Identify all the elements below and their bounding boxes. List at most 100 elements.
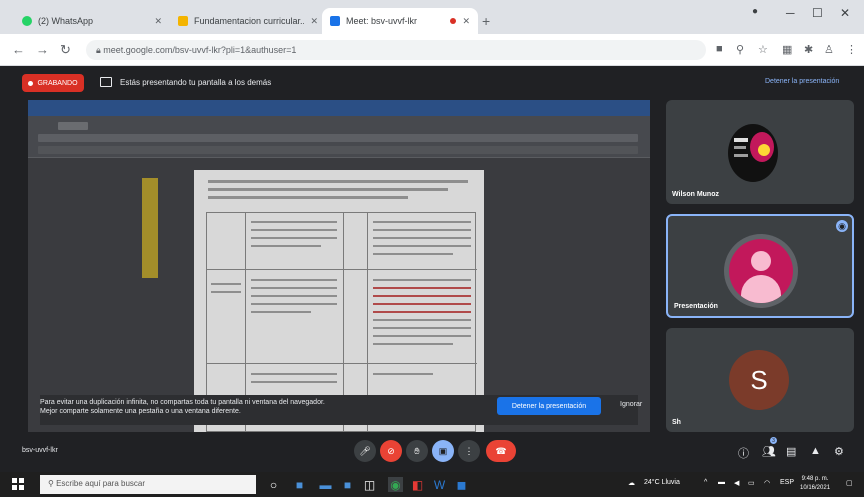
participant-avatar bbox=[724, 234, 798, 308]
record-icon bbox=[28, 80, 34, 86]
warning-text: Para evitar una duplicación infinita, no… bbox=[40, 399, 325, 415]
people-icon[interactable]: 👥︎ bbox=[762, 445, 776, 458]
presenting-text: Estás presentando tu pantalla a los demá… bbox=[120, 77, 272, 87]
taskbar-app-icon[interactable]: ■ bbox=[292, 477, 307, 492]
participant-tile[interactable]: Wilson Munoz bbox=[666, 100, 854, 204]
search-icon: ⚲ bbox=[48, 479, 57, 488]
ribbon-toolbar bbox=[38, 146, 638, 154]
tab-fundamentacion[interactable]: Fundamentacion curricular... ✕ bbox=[170, 8, 326, 34]
recording-badge[interactable]: GRABANDO bbox=[22, 74, 84, 92]
present-icon[interactable]: ▣ bbox=[432, 440, 454, 462]
ribbon-toolbar bbox=[38, 134, 638, 142]
meet-icon bbox=[330, 16, 340, 26]
url-input[interactable]: 🔒︎ meet.google.com/bsv-uvvf-lkr?pli=1&au… bbox=[86, 40, 706, 60]
taskbar-clock[interactable]: 9:48 p. m. 10/16/2021 bbox=[800, 475, 830, 493]
word-title-bar bbox=[28, 100, 650, 116]
participant-photo bbox=[728, 124, 778, 182]
meeting-code: bsv-uvvf-lkr bbox=[22, 447, 58, 454]
weather-icon[interactable]: ☁︎ bbox=[628, 479, 635, 487]
user-icon[interactable]: ♙ bbox=[824, 43, 834, 56]
volume-icon[interactable]: ◀︎ bbox=[734, 479, 739, 487]
mail-icon[interactable]: ■ bbox=[340, 477, 355, 492]
forward-icon[interactable]: → bbox=[36, 42, 49, 57]
profile-icon[interactable]: ● bbox=[752, 6, 758, 17]
participant-name: Wilson Munoz bbox=[672, 191, 719, 198]
participant-tile-presentation[interactable]: ◉ Presentación bbox=[666, 214, 854, 318]
ignore-button[interactable]: Ignorar bbox=[620, 401, 642, 408]
network-icon[interactable]: ▬ bbox=[718, 479, 725, 486]
info-icon[interactable]: ⓘ bbox=[738, 445, 749, 461]
tab-label: (2) WhatsApp bbox=[38, 16, 94, 26]
extension-icon[interactable]: ▦ bbox=[782, 43, 792, 56]
highlight-marker bbox=[142, 178, 158, 278]
back-icon[interactable]: ← bbox=[12, 42, 25, 57]
participant-name: Presentación bbox=[674, 303, 718, 310]
notifications-icon[interactable]: ▢ bbox=[846, 479, 853, 487]
chrome-icon[interactable]: ◉ bbox=[388, 477, 403, 492]
hangup-icon[interactable]: ☎︎ bbox=[486, 440, 516, 462]
participants-badge: 3 bbox=[770, 437, 777, 444]
tab-label: Fundamentacion curricular... bbox=[194, 16, 305, 26]
chat-icon[interactable]: ▤ bbox=[786, 445, 796, 458]
doc-text-line bbox=[208, 188, 448, 191]
star-icon[interactable]: ☆ bbox=[758, 43, 768, 56]
pin-icon[interactable]: ◉ bbox=[836, 220, 848, 232]
address-bar: ← → ↻ 🔒︎ meet.google.com/bsv-uvvf-lkr?pl… bbox=[0, 34, 864, 66]
duplication-warning: Para evitar una duplicación infinita, no… bbox=[40, 395, 642, 425]
participant-name: Sh bbox=[672, 419, 681, 426]
wifi-icon[interactable]: ◠ bbox=[764, 479, 770, 487]
present-screen-icon bbox=[100, 77, 112, 87]
clock-date: 10/16/2021 bbox=[800, 485, 831, 491]
office-icon[interactable]: ◧ bbox=[410, 477, 425, 492]
word-icon[interactable]: W bbox=[432, 477, 447, 492]
browser-tab-bar: (2) WhatsApp ✕ Fundamentacion curricular… bbox=[0, 0, 864, 34]
file-explorer-icon[interactable]: ▬ bbox=[318, 477, 333, 492]
stop-presenting-link[interactable]: Detener la presentación bbox=[765, 78, 839, 85]
activities-icon[interactable]: ▲ bbox=[810, 445, 821, 457]
camera-icon[interactable]: ■ bbox=[716, 43, 723, 55]
close-icon[interactable]: ✕ bbox=[462, 16, 470, 27]
doc-text-line bbox=[208, 196, 408, 199]
tab-meet[interactable]: Meet: bsv-uvvf-lkr ✕ bbox=[322, 8, 478, 34]
presenting-banner: Estás presentando tu pantalla a los demá… bbox=[100, 77, 271, 87]
search-placeholder: Escribe aquí para buscar bbox=[56, 479, 146, 488]
clock-time: 9:48 p. m. bbox=[801, 476, 829, 482]
task-view-icon[interactable]: ○ bbox=[266, 477, 281, 492]
new-tab-button[interactable]: + bbox=[482, 13, 490, 29]
zoom-app-icon[interactable]: ◼ bbox=[454, 477, 469, 492]
participant-tile[interactable]: S Sh bbox=[666, 328, 854, 432]
stop-presenting-button[interactable]: Detener la presentación bbox=[497, 397, 601, 415]
document-icon bbox=[178, 16, 188, 26]
language-indicator[interactable]: ESP bbox=[780, 479, 794, 486]
hand-icon[interactable]: ✋︎ bbox=[406, 440, 428, 462]
more-icon[interactable]: ⋮ bbox=[458, 440, 480, 462]
close-icon[interactable]: ✕ bbox=[310, 16, 318, 27]
record-label: GRABANDO bbox=[37, 79, 78, 87]
puzzle-icon[interactable]: ✱ bbox=[804, 43, 813, 56]
doc-text-line bbox=[208, 180, 468, 183]
tray-chevron-icon[interactable]: ^ bbox=[704, 479, 707, 486]
camera-off-icon[interactable]: ⊘ bbox=[380, 440, 402, 462]
minimize-button[interactable]: ─ bbox=[786, 6, 795, 20]
zoom-icon[interactable]: ⚲ bbox=[736, 43, 744, 56]
menu-icon[interactable]: ⋮ bbox=[846, 43, 857, 56]
url-text: meet.google.com/bsv-uvvf-lkr?pli=1&authu… bbox=[103, 45, 297, 55]
whatsapp-icon bbox=[22, 16, 32, 26]
windows-taskbar: ⚲ Escribe aquí para buscar ○ ■ ▬ ■ ◫ ◉ ◧… bbox=[0, 472, 864, 497]
windows-start-icon[interactable] bbox=[12, 478, 24, 490]
store-icon[interactable]: ◫ bbox=[362, 477, 377, 492]
mic-icon[interactable]: 🎤︎ bbox=[354, 440, 376, 462]
taskbar-search-input[interactable]: ⚲ Escribe aquí para buscar bbox=[40, 475, 256, 494]
close-icon[interactable]: ✕ bbox=[154, 16, 162, 27]
reload-icon[interactable]: ↻ bbox=[60, 42, 71, 58]
shared-screen: Para evitar una duplicación infinita, no… bbox=[28, 100, 650, 432]
battery-icon[interactable]: ▭ bbox=[748, 479, 755, 487]
weather-text[interactable]: 24°C Lluvia bbox=[644, 479, 680, 486]
recording-dot-icon bbox=[450, 18, 457, 24]
maximize-button[interactable]: ☐ bbox=[812, 6, 823, 20]
tab-whatsapp[interactable]: (2) WhatsApp ✕ bbox=[14, 8, 170, 34]
close-window-button[interactable]: ✕ bbox=[840, 6, 850, 20]
lock-icon[interactable]: ⚙︎ bbox=[834, 445, 844, 458]
ribbon-tab bbox=[58, 122, 88, 130]
tab-label: Meet: bsv-uvvf-lkr bbox=[346, 16, 418, 26]
